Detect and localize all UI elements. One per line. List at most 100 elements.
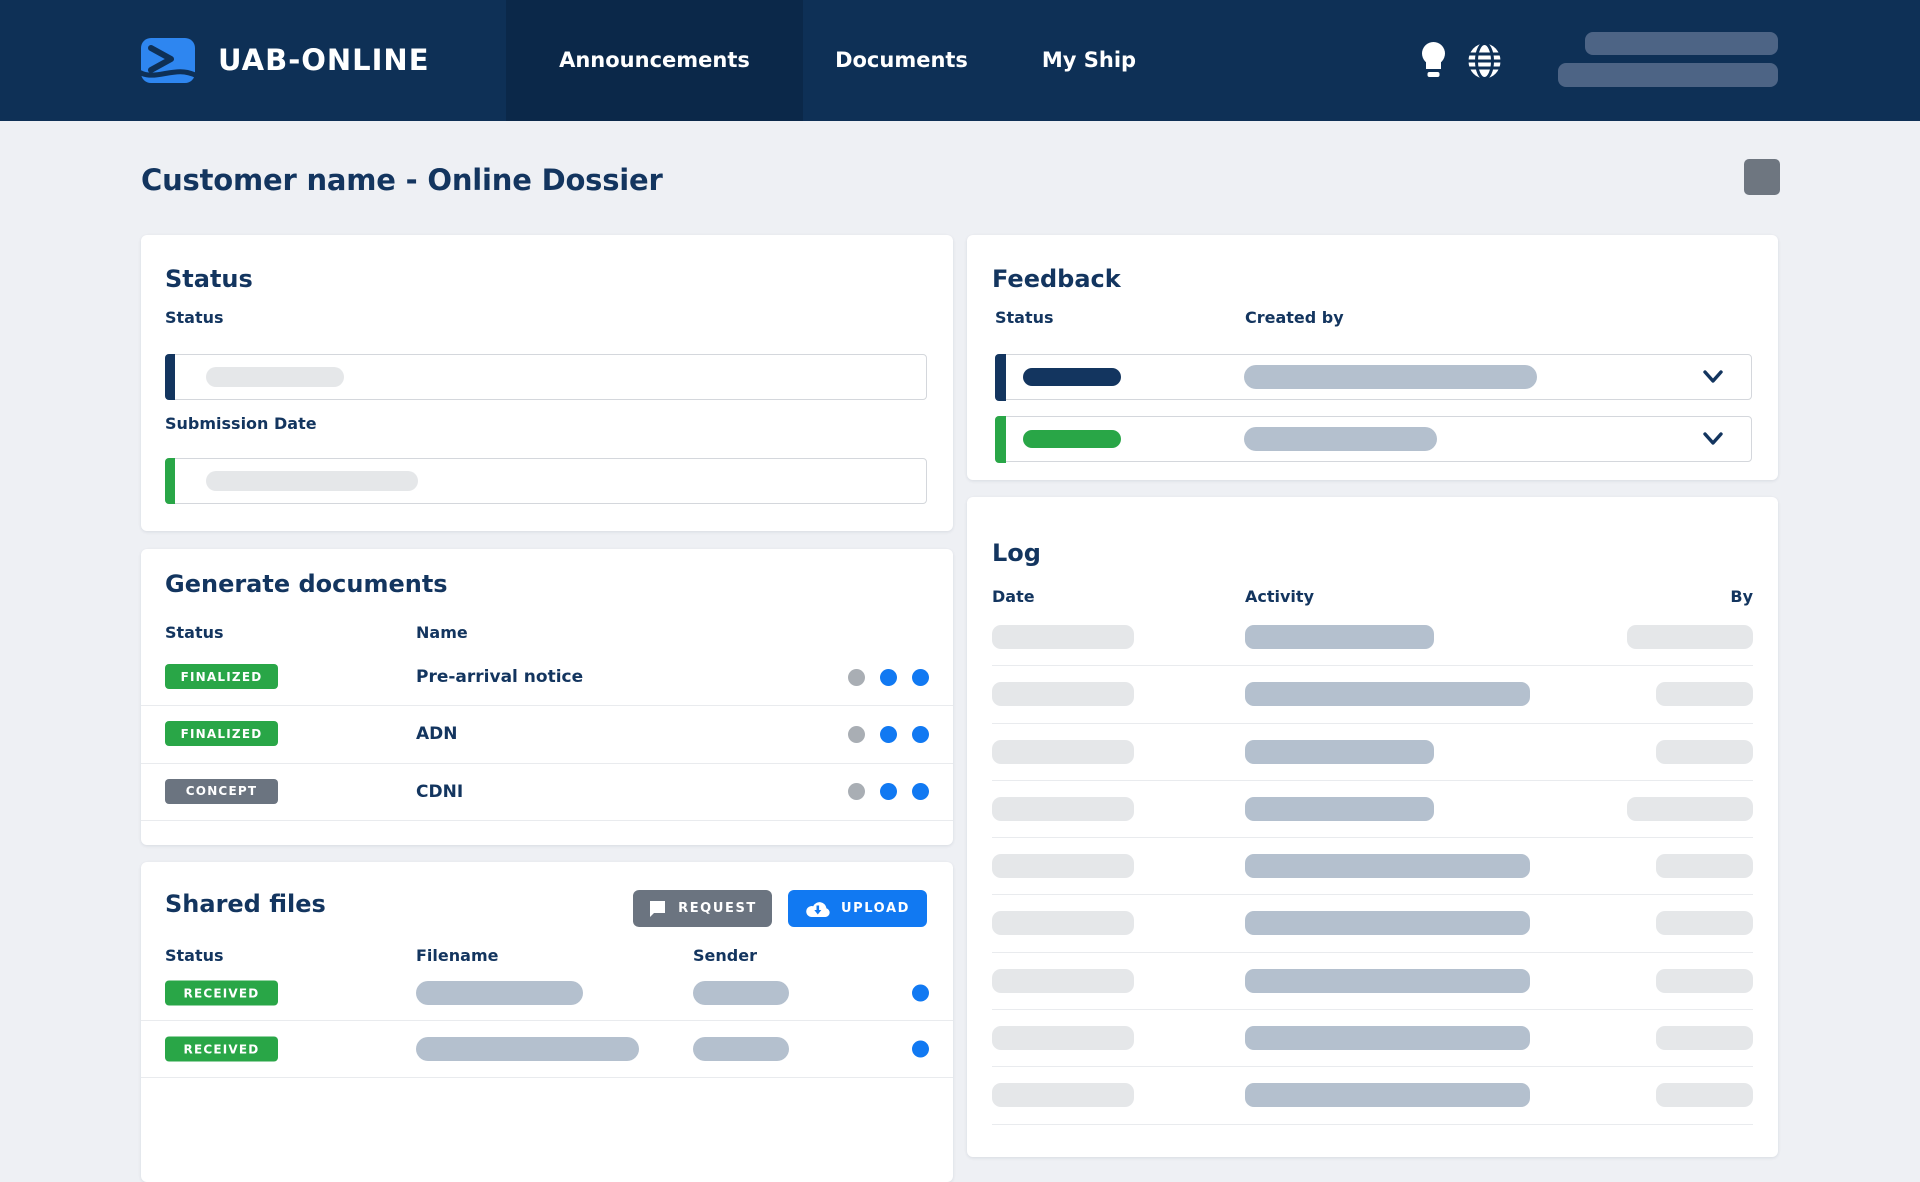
by-skeleton [1656, 739, 1753, 764]
filename-skeleton [416, 981, 583, 1005]
status-card-title: Status [165, 265, 253, 293]
log-row [992, 724, 1753, 781]
document-action-dot-blue[interactable] [912, 725, 929, 743]
app-header: UAB-ONLINE Announcements Documents My Sh… [0, 0, 1920, 121]
shared-file-row: RECEIVED [141, 966, 953, 1021]
activity-skeleton [1245, 1083, 1530, 1108]
activity-skeleton [1245, 968, 1530, 993]
status-field-label: Status [165, 308, 224, 327]
document-action-dot-blue[interactable] [912, 783, 929, 801]
brand-logo-icon [141, 38, 195, 83]
shared-file-row: RECEIVED [141, 1021, 953, 1078]
feedback-status-skeleton [1023, 430, 1121, 448]
column-header-status: Status [995, 308, 1054, 327]
status-badge: RECEIVED [165, 980, 278, 1006]
status-badge: FINALIZED [165, 664, 278, 689]
log-table [992, 609, 1753, 1125]
by-skeleton [1627, 625, 1753, 649]
tab-my-ship[interactable]: My Ship [1000, 0, 1178, 121]
by-skeleton [1656, 682, 1753, 707]
tab-documents[interactable]: Documents [803, 0, 1000, 121]
document-action-dot-grey[interactable] [848, 668, 865, 686]
log-row [992, 895, 1753, 953]
generate-documents-title: Generate documents [165, 570, 448, 598]
by-skeleton [1656, 854, 1753, 879]
document-action-dot-blue[interactable] [880, 668, 897, 686]
cloud-upload-icon [806, 902, 830, 918]
sender-skeleton [693, 981, 789, 1005]
shared-files-title: Shared files [165, 890, 326, 918]
by-skeleton [1656, 968, 1753, 993]
document-action-dot-blue[interactable] [880, 783, 897, 801]
by-skeleton [1627, 796, 1753, 821]
lightbulb-icon[interactable] [1419, 41, 1448, 80]
file-action-dot-blue[interactable] [912, 1040, 929, 1058]
document-action-dot-grey[interactable] [848, 783, 865, 801]
by-skeleton [1656, 1026, 1753, 1051]
log-card: Log Date Activity By [967, 497, 1778, 1157]
activity-skeleton [1245, 625, 1434, 649]
filename-skeleton [416, 1037, 639, 1061]
sender-skeleton [693, 1037, 789, 1061]
document-action-dot-blue[interactable] [880, 725, 897, 743]
activity-skeleton [1245, 854, 1530, 879]
date-skeleton [992, 739, 1134, 764]
feedback-status-skeleton [1023, 368, 1121, 386]
request-button-label: REQUEST [678, 901, 757, 916]
submission-date-field[interactable] [165, 458, 927, 504]
document-row: FINALIZED Pre-arrival notice [141, 649, 953, 707]
activity-skeleton [1245, 911, 1530, 936]
document-name: ADN [416, 724, 458, 745]
log-row [992, 666, 1753, 724]
status-card: Status Status Submission Date [141, 235, 953, 531]
document-action-dot-grey[interactable] [848, 725, 865, 743]
status-value-skeleton [206, 367, 344, 387]
log-row [992, 838, 1753, 896]
activity-skeleton [1245, 739, 1434, 764]
chevron-down-icon[interactable] [1699, 365, 1727, 389]
log-row [992, 1010, 1753, 1068]
column-header-by: By [1730, 587, 1753, 606]
status-field[interactable] [165, 354, 927, 400]
feedback-accent-bar [994, 353, 1006, 401]
generate-documents-card: Generate documents Status Name FINALIZED… [141, 549, 953, 845]
column-header-filename: Filename [416, 946, 499, 965]
globe-icon[interactable] [1466, 42, 1503, 80]
date-skeleton [992, 968, 1134, 993]
user-info-skeleton [1585, 32, 1778, 55]
activity-skeleton [1245, 682, 1530, 707]
column-header-created-by: Created by [1245, 308, 1344, 327]
by-skeleton [1656, 911, 1753, 936]
column-header-activity: Activity [1245, 587, 1314, 606]
feedback-row[interactable] [994, 415, 1752, 463]
request-button[interactable]: REQUEST [633, 890, 772, 927]
date-skeleton [992, 1083, 1134, 1108]
date-skeleton [992, 625, 1134, 649]
document-row: FINALIZED ADN [141, 706, 953, 764]
page-title: Customer name - Online Dossier [141, 163, 663, 197]
log-row [992, 1067, 1753, 1125]
column-header-sender: Sender [693, 946, 757, 965]
tab-announcements[interactable]: Announcements [506, 0, 803, 121]
column-header-status: Status [165, 623, 224, 642]
date-skeleton [992, 854, 1134, 879]
chevron-down-icon[interactable] [1699, 427, 1727, 451]
log-row [992, 953, 1753, 1011]
by-skeleton [1656, 1083, 1753, 1108]
column-header-name: Name [416, 623, 468, 642]
document-name: Pre-arrival notice [416, 667, 584, 688]
date-skeleton [992, 682, 1134, 707]
log-title: Log [992, 539, 1041, 567]
status-badge: CONCEPT [165, 778, 278, 804]
feedback-row[interactable] [994, 353, 1752, 401]
activity-skeleton [1245, 796, 1434, 821]
document-action-dot-blue[interactable] [912, 668, 929, 686]
feedback-card: Feedback Status Created by [967, 235, 1778, 480]
date-skeleton [992, 1026, 1134, 1051]
upload-button[interactable]: UPLOAD [788, 890, 927, 927]
file-action-dot-blue[interactable] [912, 984, 929, 1002]
page-action-button[interactable] [1744, 159, 1780, 195]
feedback-accent-bar [994, 415, 1006, 463]
submission-accent-bar [165, 458, 175, 504]
status-accent-bar [165, 354, 175, 400]
